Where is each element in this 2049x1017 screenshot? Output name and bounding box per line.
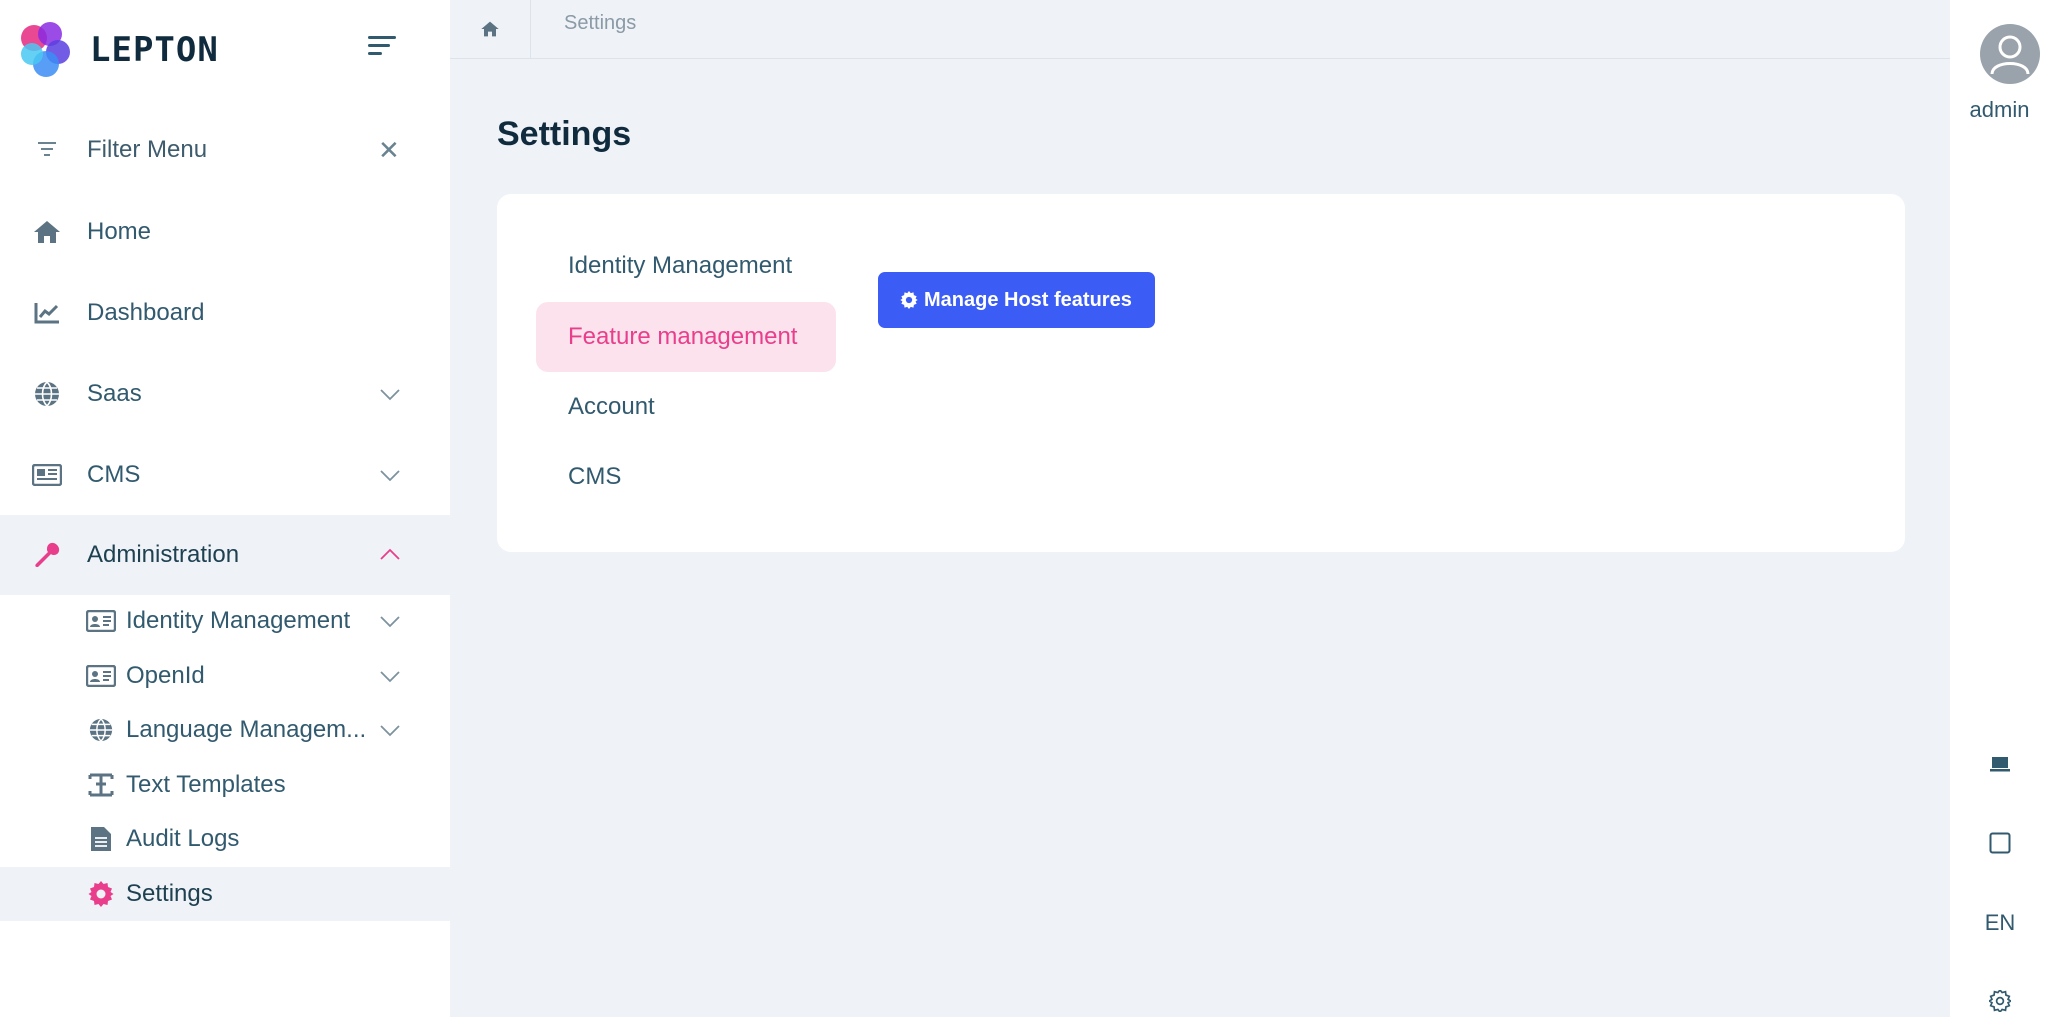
gear-icon: [900, 291, 918, 309]
sidebar-item-cms[interactable]: CMS: [0, 435, 450, 515]
breadcrumb-home-button[interactable]: [450, 0, 531, 58]
manage-button-label: Manage Host features: [924, 288, 1132, 311]
home-icon: [32, 217, 62, 247]
chevron-up-icon: [380, 548, 400, 560]
settings-card: Identity Management Feature management A…: [497, 194, 1905, 552]
sidebar-item-settings[interactable]: Settings: [0, 867, 450, 921]
menu-toggle-button[interactable]: [368, 36, 398, 58]
breadcrumb-current: Settings: [564, 12, 637, 34]
brand[interactable]: LEPTON: [20, 22, 219, 78]
sidebar-item-language-management[interactable]: Language Managem...: [0, 703, 450, 757]
sidebar-item-audit-logs[interactable]: Audit Logs: [0, 812, 450, 866]
page-title: Settings: [497, 115, 632, 153]
sidebar: LEPTON Filter Menu ✕ Home Dashboard Saas: [0, 0, 450, 1017]
sidebar-item-label: CMS: [87, 461, 141, 488]
lepton-logo: [20, 22, 72, 78]
sidebar-item-administration[interactable]: Administration: [0, 515, 450, 595]
gear-icon[interactable]: [1980, 981, 2020, 1017]
chevron-down-icon: [380, 725, 400, 737]
sidebar-item-label: OpenId: [126, 662, 205, 689]
globe-icon: [86, 715, 116, 745]
sidebar-item-label: Text Templates: [126, 771, 286, 798]
sidebar-item-label: Identity Management: [126, 607, 351, 634]
sidebar-item-identity-management[interactable]: Identity Management: [0, 594, 450, 648]
language-label: EN: [1984, 910, 2016, 935]
sidebar-item-label: Settings: [126, 880, 213, 907]
language-selector[interactable]: EN: [1980, 903, 2020, 943]
right-rail: admin EN: [1950, 0, 2049, 1017]
close-icon[interactable]: ✕: [378, 135, 400, 166]
chevron-down-icon: [380, 470, 400, 482]
id-card-icon: [86, 606, 116, 636]
laptop-icon[interactable]: [1980, 744, 2020, 784]
text-template-icon: [86, 770, 116, 800]
tab-cms[interactable]: CMS: [536, 442, 836, 512]
square-icon[interactable]: [1980, 823, 2020, 863]
sidebar-item-home[interactable]: Home: [0, 192, 450, 272]
manage-host-features-button[interactable]: Manage Host features: [878, 272, 1155, 328]
home-icon: [481, 21, 499, 37]
filter-icon: [36, 142, 58, 158]
sidebar-item-label: Language Managem...: [126, 716, 367, 743]
sidebar-item-saas[interactable]: Saas: [0, 354, 450, 434]
sidebar-item-text-templates[interactable]: Text Templates: [0, 758, 450, 812]
sidebar-item-label: Audit Logs: [126, 825, 240, 852]
gear-icon: [86, 879, 116, 909]
user-icon: [1990, 35, 2030, 75]
sidebar-item-label: Home: [87, 218, 152, 245]
wrench-icon: [32, 540, 62, 570]
sidebar-item-label: Administration: [87, 541, 240, 568]
chart-line-icon: [32, 298, 62, 328]
id-card-icon: [86, 661, 116, 691]
chevron-down-icon: [380, 389, 400, 401]
tab-feature-management[interactable]: Feature management: [536, 302, 836, 372]
brand-name: LEPTON: [90, 30, 219, 70]
user-name: admin: [1969, 97, 2030, 122]
sidebar-item-dashboard[interactable]: Dashboard: [0, 273, 450, 353]
tab-identity-management[interactable]: Identity Management: [536, 231, 836, 301]
chevron-down-icon: [380, 616, 400, 628]
chevron-down-icon: [380, 671, 400, 683]
globe-icon: [32, 379, 62, 409]
sidebar-item-openid[interactable]: OpenId: [0, 649, 450, 703]
topbar: Settings: [450, 0, 1950, 59]
sidebar-item-label: Dashboard: [87, 299, 205, 326]
newspaper-icon: [32, 460, 62, 490]
avatar[interactable]: [1980, 24, 2040, 84]
tab-account[interactable]: Account: [536, 372, 836, 442]
sidebar-item-label: Saas: [87, 380, 142, 407]
filter-menu-label: Filter Menu: [87, 136, 208, 163]
filter-menu[interactable]: Filter Menu ✕: [0, 122, 450, 178]
file-text-icon: [86, 824, 116, 854]
